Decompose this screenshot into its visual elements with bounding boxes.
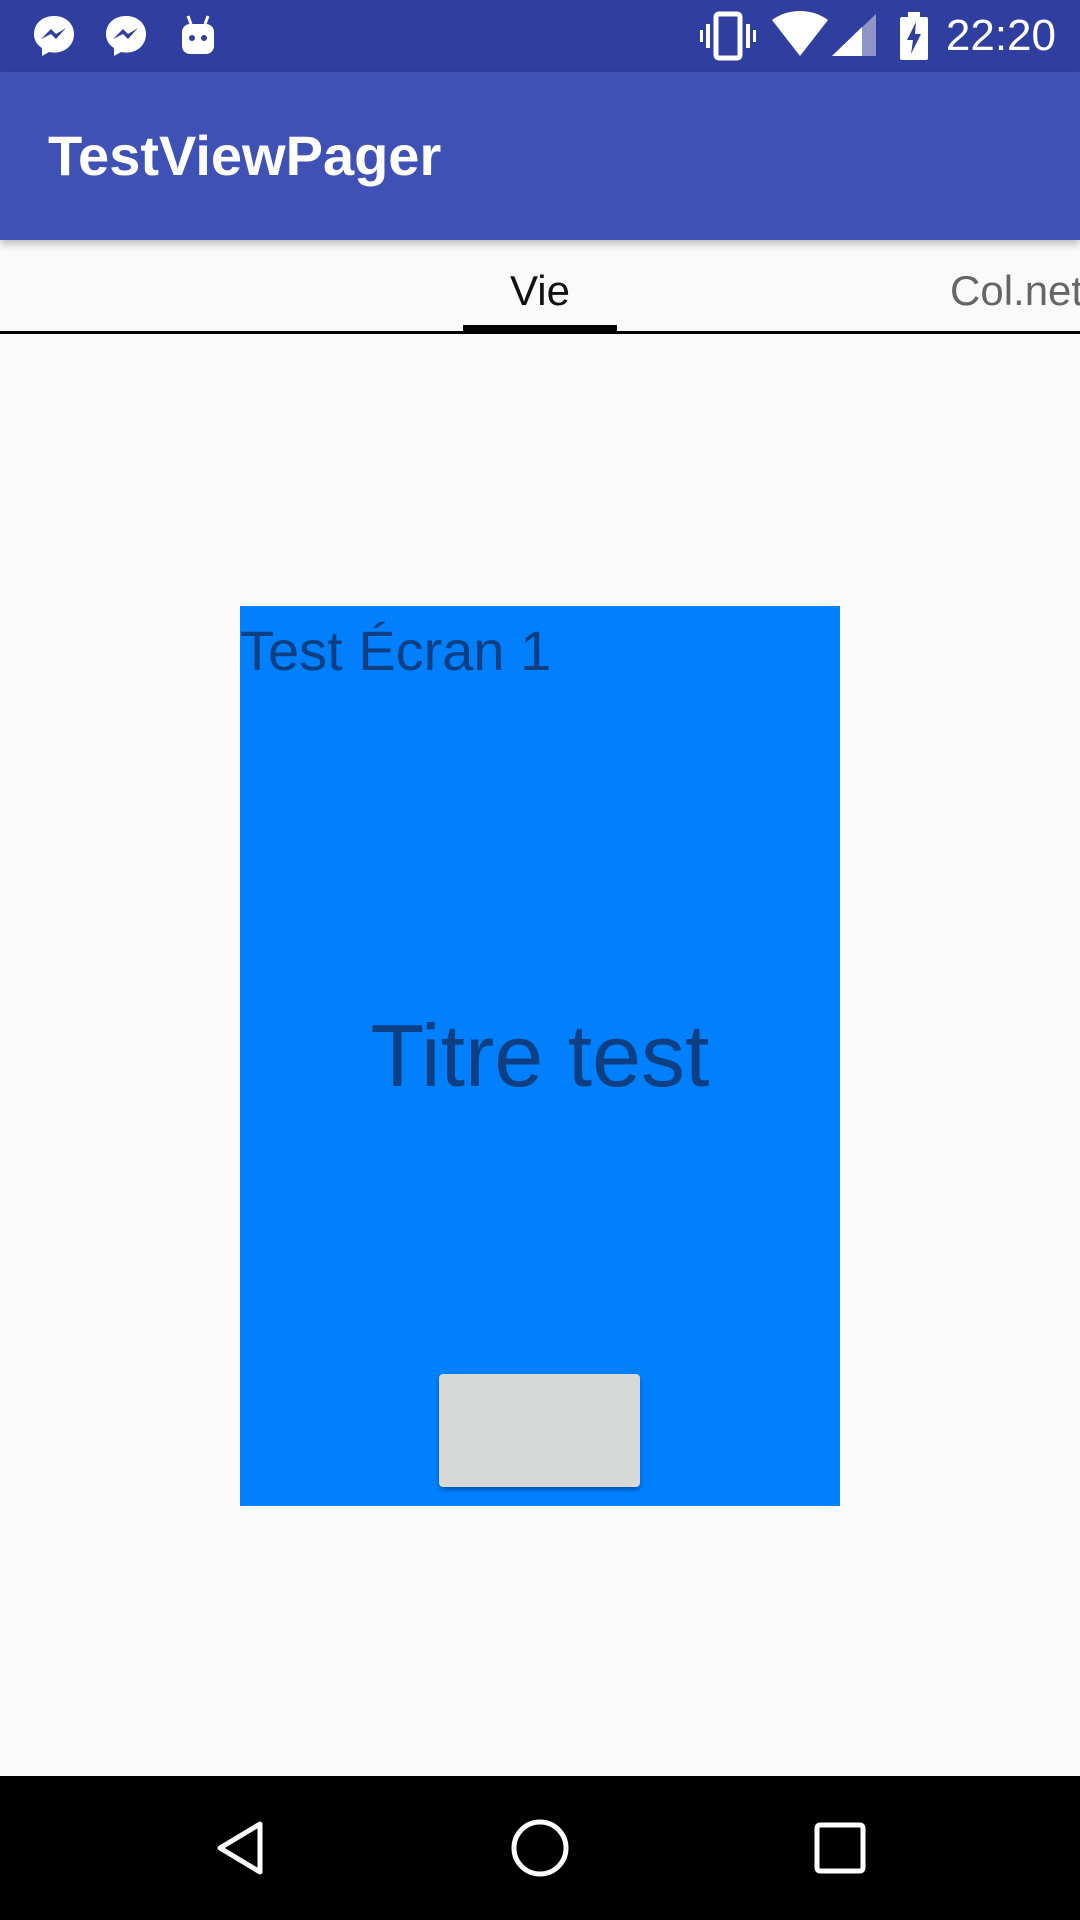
back-icon xyxy=(217,1821,263,1875)
messenger-icon xyxy=(106,16,146,56)
status-bar: 22:20 xyxy=(0,0,1080,72)
action-button[interactable] xyxy=(439,1374,640,1487)
cell-signal-icon xyxy=(832,14,876,56)
wifi-icon xyxy=(772,11,828,56)
back-button[interactable] xyxy=(200,1808,280,1888)
app-title: TestViewPager xyxy=(48,124,442,187)
main-title: Titre test xyxy=(370,1006,710,1105)
android-debug-icon xyxy=(182,15,214,54)
messenger-icon xyxy=(34,16,74,56)
home-button[interactable] xyxy=(500,1808,580,1888)
vibrate-icon xyxy=(700,11,756,61)
recents-icon xyxy=(814,1822,866,1874)
tab-vie[interactable]: Vie xyxy=(463,266,617,316)
content-card: Test Écran 1 Titre test xyxy=(240,606,840,1506)
home-icon xyxy=(511,1819,569,1877)
tab-strip: Vie Col.net xyxy=(0,240,1080,334)
tab-indicator xyxy=(463,325,617,331)
status-time: 22:20 xyxy=(945,11,1056,60)
tab-col-net[interactable]: Col.net xyxy=(950,266,1080,316)
navigation-bar xyxy=(0,1776,1080,1920)
app-bar: TestViewPager xyxy=(0,72,1080,240)
screen-title: Test Écran 1 xyxy=(240,619,552,682)
battery-charging-icon xyxy=(900,12,928,60)
recents-button[interactable] xyxy=(800,1808,880,1888)
